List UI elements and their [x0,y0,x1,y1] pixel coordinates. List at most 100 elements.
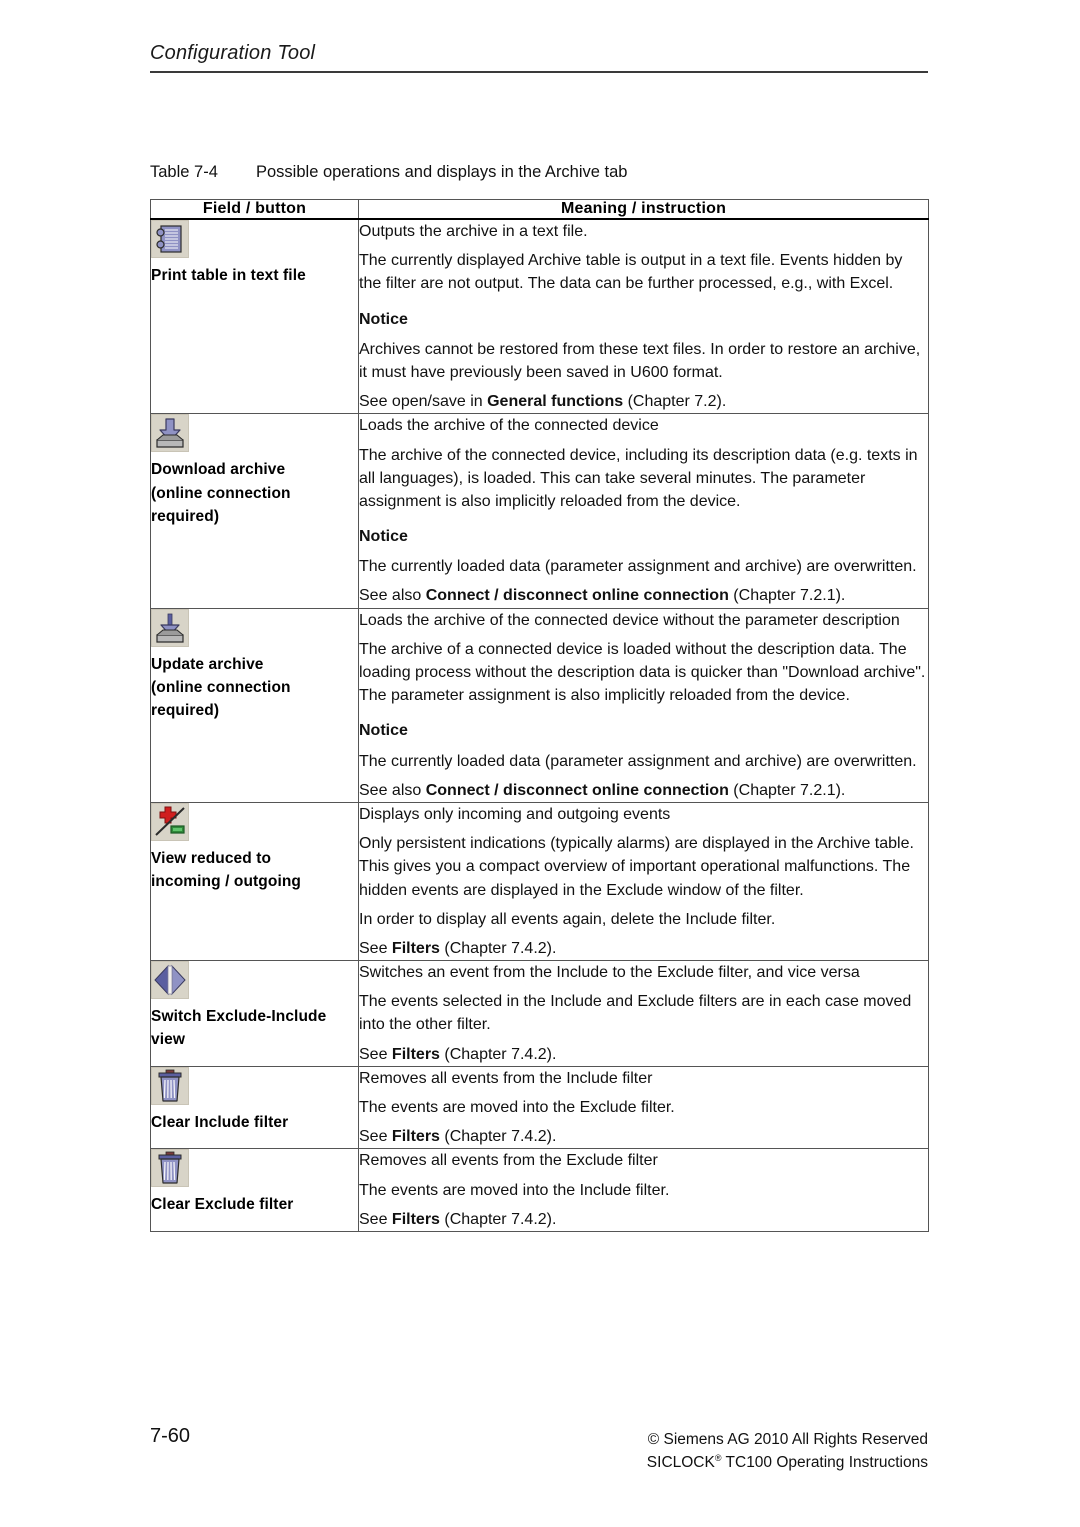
cross-reference-target: Filters [391,939,440,957]
field-button-label: Clear Include filter [151,1111,358,1134]
notice-heading: Notice [359,310,408,328]
cross-reference-target: Connect / disconnect online connection [425,781,729,799]
cross-reference-chapter: (Chapter 7.2.1). [728,587,846,605]
download-archive-icon[interactable] [151,414,189,453]
field-button-label-line: Download archive [151,461,286,479]
update-archive-icon[interactable] [151,608,189,647]
description-paragraph: In order to display all events again, de… [359,910,776,928]
clear-exclude-filter-icon[interactable] [151,1149,189,1188]
field-button-label-line: incoming / outgoing [151,873,301,891]
field-button-label-line: required) [151,507,220,525]
page-header-title: Configuration Tool [150,42,316,64]
field-button-label: View reduced to incoming / outgoing [151,847,358,894]
cross-reference-prefix: See [359,1128,392,1146]
copyright-line: © Siemens AG 2010 All Rights Reserved [647,1431,928,1448]
meaning-instruction-cell: Displays only incoming and outgoing even… [358,801,929,962]
cross-reference-prefix: See [359,1045,392,1063]
page-header-rule [150,71,928,73]
cross-reference-chapter: (Chapter 7.4.2). [439,1128,557,1146]
meaning-instruction-cell: Removes all events from the Exclude filt… [358,1148,929,1232]
cross-reference-chapter: (Chapter 7.4.2). [439,1210,557,1228]
switch-exclude-include-icon[interactable] [151,961,189,1000]
field-button-label: Update archive (online connection required… [151,653,358,723]
cross-reference-paragraph: See Filters (Chapter 7.4.2). [359,1125,928,1148]
cross-reference-target: General functions [487,393,624,411]
description-paragraph: The events are moved into the Include fi… [359,1181,670,1199]
meaning-instruction-cell: Loads the archive of the connected devic… [358,607,929,803]
field-button-label: Clear Exclude filter [151,1193,358,1216]
cross-reference-target: Filters [391,1045,440,1063]
product-description: TC100 Operating Instructions [721,1454,928,1472]
description-paragraph: Loads the archive of the connected devic… [359,417,659,435]
table-header-row: Field / button Meaning / instruction [150,199,929,220]
field-button-label: Switch Exclude-Include view [151,1005,358,1052]
description-paragraph: The events selected in the Include and E… [359,993,912,1034]
field-button-label-line: (online connection [151,484,291,502]
field-button-cell: Clear Include filter [150,1065,359,1150]
field-button-label: Print table in text file [151,264,358,287]
table-row: Switch Exclude-Include view Switches an ev… [150,960,929,1067]
registered-mark: ® [714,1453,722,1464]
field-button-cell: View reduced to incoming / outgoing [150,801,359,962]
product-line: SICLOCK® TC100 Operating Instructions [647,1451,928,1474]
cross-reference-paragraph: See Filters (Chapter 7.4.2). [359,1208,928,1231]
cross-reference-target: Connect / disconnect online connection [425,587,729,605]
print-table-icon[interactable] [151,220,189,258]
field-button-label-line: Clear Exclude filter [151,1196,294,1214]
meaning-instruction-cell: Outputs the archive in a text file. The c… [358,218,929,415]
column-header-field-button: Field / button [150,199,359,220]
description-paragraph: The currently displayed Archive table is… [359,252,903,293]
table-caption: Table 7-4 Possible operations and display… [150,163,627,182]
description-paragraph: Switches an event from the Include to th… [359,964,860,982]
operations-table: Field / button Meaning / instruction Pri… [150,199,929,1232]
footer-copyright-block: © Siemens AG 2010 All Rights Reserved SI… [647,1428,928,1475]
table-caption-number: Table 7-4 [150,163,218,181]
meaning-instruction-cell: Switches an event from the Include to th… [358,960,929,1067]
cross-reference-chapter: (Chapter 7.4.2). [439,939,557,957]
field-button-cell: Print table in text file [150,218,359,415]
meaning-instruction-cell: Loads the archive of the connected devic… [358,413,929,609]
notice-heading: Notice [359,528,408,546]
cross-reference-target: Filters [391,1128,440,1146]
cross-reference-paragraph: See also Connect / disconnect online con… [359,779,928,802]
description-paragraph: Displays only incoming and outgoing even… [359,805,671,823]
meaning-instruction-cell: Removes all events from the Include filt… [358,1065,929,1150]
cross-reference-prefix: See also [359,781,426,799]
view-reduced-incoming-outgoing-icon[interactable] [151,802,189,841]
field-button-label-line: Switch Exclude-Include [151,1008,327,1026]
table-row: Download archive (online connection requir… [150,413,929,609]
description-paragraph: The archive of the connected device, inc… [359,446,918,510]
field-button-label-line: view [151,1031,186,1049]
table-row: Clear Exclude filter Removes all events f… [150,1148,929,1232]
cross-reference-prefix: See [359,939,392,957]
field-button-label-line: Update archive [151,655,264,673]
cross-reference-prefix: See open/save in [359,393,488,411]
table-caption-text: Possible operations and displays in the … [256,163,628,181]
table-row: Update archive (online connection required… [150,607,929,803]
field-button-cell: Clear Exclude filter [150,1148,359,1232]
column-header-meaning-instruction: Meaning / instruction [358,199,929,220]
description-paragraph: Outputs the archive in a text file. [359,223,588,240]
field-button-label-line: Print table in text file [151,267,306,284]
description-paragraph: The events are moved into the Exclude fi… [359,1099,675,1116]
cross-reference-paragraph: See Filters (Chapter 7.4.2). [359,1043,928,1066]
cross-reference-target: Filters [391,1210,440,1228]
page-number: 7-60 [150,1425,191,1447]
field-button-label: Download archive (online connection requir… [151,458,358,528]
field-button-label-line: (online connection [151,678,291,696]
product-name: SICLOCK [646,1454,715,1472]
cross-reference-chapter: (Chapter 7.2). [623,393,727,411]
table-row: Clear Include filter Removes all events f… [150,1065,929,1150]
description-paragraph: The currently loaded data (parameter ass… [359,752,917,770]
table-body: Print table in text file Outputs the arch… [150,218,929,1232]
field-button-label-line: Clear Include filter [151,1113,289,1131]
table-row: View reduced to incoming / outgoing Displa… [150,801,929,962]
cross-reference-paragraph: See Filters (Chapter 7.4.2). [359,937,928,960]
description-paragraph: Loads the archive of the connected devic… [359,611,900,629]
field-button-cell: Update archive (online connection required… [150,607,359,803]
description-paragraph: Removes all events from the Include filt… [359,1069,653,1087]
cross-reference-prefix: See [359,1210,392,1228]
notice-heading: Notice [359,722,408,740]
clear-include-filter-icon[interactable] [151,1066,189,1105]
table-row: Print table in text file Outputs the arch… [150,218,929,415]
